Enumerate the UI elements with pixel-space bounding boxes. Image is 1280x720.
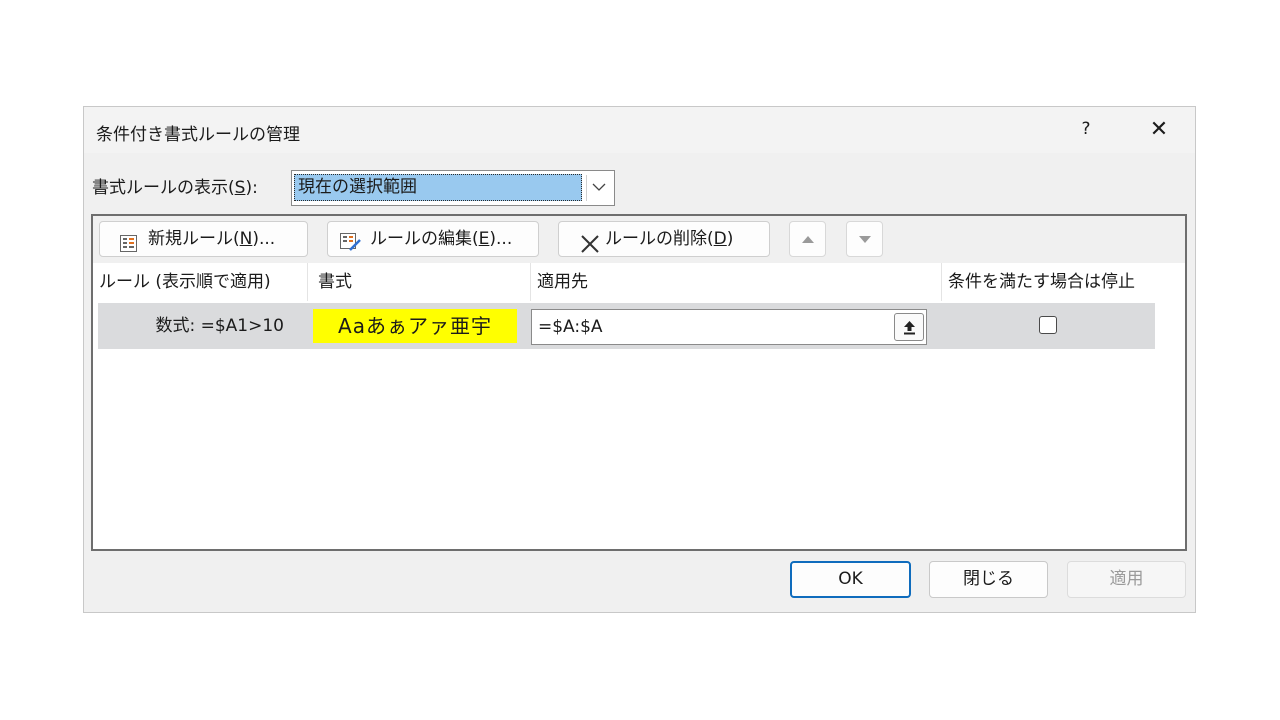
applies-to-value: =$A:$A [538,317,603,337]
new-rule-label: 新規ルール(N)... [148,229,276,249]
edit-rule-button[interactable]: ルールの編集(E)... [327,221,539,257]
column-header-applies-to: 適用先 [531,263,942,301]
close-icon[interactable]: ✕ [1146,117,1172,143]
ok-button[interactable]: OK [790,561,911,598]
show-rules-selected-value: 現在の選択範囲 [294,174,582,201]
delete-rule-button[interactable]: ルールの削除(D) [558,221,770,257]
rules-panel: 新規ルール(N)... ルールの編集(E)... ルールの削除(D) ルール (… [91,214,1187,551]
new-rule-icon [120,230,137,264]
rule-formula: 数式: =$A1>10 [155,316,284,336]
edit-rule-icon [340,230,362,264]
applies-to-field[interactable]: =$A:$A [531,309,927,345]
edit-rule-label: ルールの編集(E)... [370,229,513,249]
triangle-up-icon [802,236,814,243]
column-header-format: 書式 [312,263,531,301]
new-rule-button[interactable]: 新規ルール(N)... [99,221,308,257]
title-bar: 条件付き書式ルールの管理 ? ✕ [84,107,1195,153]
triangle-down-icon [859,236,871,243]
show-rules-label: 書式ルールの表示(S): [92,178,258,198]
dialog-title: 条件付き書式ルールの管理 [96,125,300,145]
stop-if-true-checkbox[interactable] [1039,316,1057,334]
move-down-button[interactable] [846,221,883,257]
delete-icon [581,231,599,265]
column-header-stop-if-true: 条件を満たす場合は停止 [948,272,1135,292]
help-button[interactable]: ? [1076,117,1096,141]
rule-row[interactable]: 数式: =$A1>10 Aaあぁアァ亜宇 =$A:$A [98,303,1155,349]
rules-list: ルール (表示順で適用) 書式 適用先 条件を満たす場合は停止 数式: =$A1… [93,263,1185,549]
format-preview: Aaあぁアァ亜宇 [313,309,517,343]
column-header-rule: ルール (表示順で適用) [93,263,308,301]
move-up-button[interactable] [789,221,826,257]
apply-button[interactable]: 適用 [1067,561,1186,598]
upload-arrow-icon [904,321,915,335]
range-select-button[interactable] [894,313,924,341]
show-rules-dropdown[interactable]: 現在の選択範囲 [291,170,615,206]
chevron-down-icon[interactable] [586,175,611,201]
conditional-formatting-rules-manager-dialog: 条件付き書式ルールの管理 ? ✕ 書式ルールの表示(S): 現在の選択範囲 新規… [83,106,1196,613]
close-button[interactable]: 閉じる [929,561,1048,598]
delete-rule-label: ルールの削除(D) [605,229,734,249]
